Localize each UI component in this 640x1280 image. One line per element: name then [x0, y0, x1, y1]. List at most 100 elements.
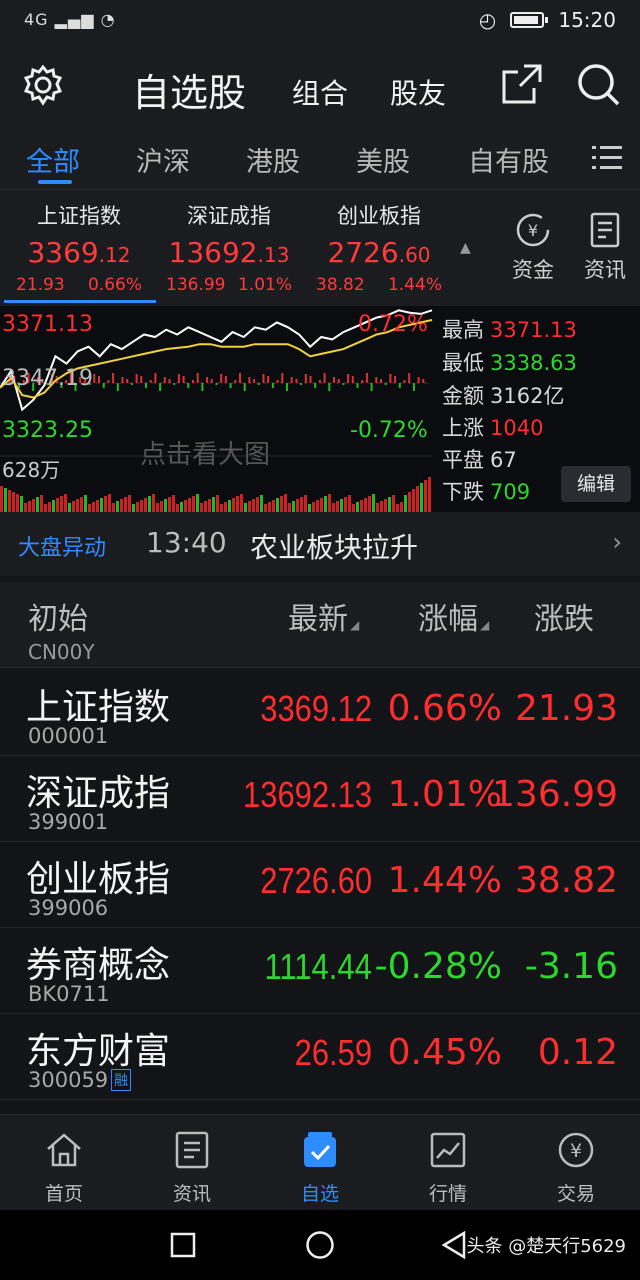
- nav-trade[interactable]: ¥ 交易: [526, 1127, 626, 1206]
- funds-button[interactable]: ¥ 资金: [508, 210, 558, 284]
- table-row[interactable]: 上证指数 000001 3369.12 0.66% 21.93: [0, 670, 640, 756]
- index-card-sh[interactable]: 上证指数 3369.12 21.93 0.66%: [4, 200, 154, 295]
- volume-bar: [140, 500, 143, 512]
- tab-hk[interactable]: 港股: [246, 140, 300, 179]
- volume-bar: [32, 499, 35, 512]
- breadth-bar: [239, 373, 241, 383]
- volume-bar: [264, 504, 267, 512]
- tab-own[interactable]: 自有股: [468, 140, 549, 179]
- volume-bar: [392, 495, 395, 512]
- volume-bar: [288, 503, 291, 512]
- volume-bar: [416, 486, 419, 512]
- breadth-bar: [408, 373, 411, 383]
- chart-mid-label: 3347.19: [2, 366, 93, 391]
- watchlist-check-icon: [270, 1127, 370, 1173]
- stock-name: 上证指数: [26, 687, 171, 728]
- sort-latest-header[interactable]: 最新 ◢: [288, 594, 359, 638]
- table-row[interactable]: 东方财富 300059 融 26.59 0.45% 0.12: [0, 1014, 640, 1100]
- volume-bar: [336, 501, 339, 512]
- chart-hint: 点击看大图: [140, 440, 271, 470]
- volume-bar: [340, 499, 343, 512]
- battery-icon: [510, 12, 549, 28]
- index-card-cyb[interactable]: 创业板指 2726.60 38.82 1.44%: [304, 200, 454, 295]
- tab-us[interactable]: 美股: [356, 140, 410, 179]
- status-bar: 4G ▂▄▆ ◔ ◴ 15:20: [0, 0, 640, 44]
- stock-change: 136.99: [492, 774, 618, 815]
- volume-bar: [76, 499, 79, 512]
- sort-pct-header[interactable]: 涨幅 ◢: [418, 594, 489, 638]
- group-button[interactable]: 组合: [292, 72, 348, 112]
- intraday-chart[interactable]: 3371.13 0.72% 3347.19 3323.25 -0.72% 628…: [0, 306, 640, 512]
- home-circle-icon[interactable]: [305, 1230, 335, 1264]
- breadth-bar: [370, 383, 373, 391]
- volume-bar: [388, 497, 391, 512]
- breadth-bar: [295, 379, 298, 383]
- news-doc-icon: [142, 1127, 242, 1173]
- table-row[interactable]: 券商概念 BK0711 1114.44 -0.28% -3.16: [0, 928, 640, 1014]
- table-row[interactable]: 深证成指 399001 13692.13 1.01% 136.99: [0, 756, 640, 842]
- share-icon[interactable]: [500, 62, 544, 110]
- page-title: 自选股: [132, 71, 247, 115]
- menu-list-icon[interactable]: [592, 144, 622, 176]
- breadth-bar: [351, 376, 354, 383]
- news-button[interactable]: 资讯: [580, 210, 630, 284]
- breadth-bar: [159, 383, 162, 391]
- search-icon[interactable]: [576, 62, 622, 112]
- tab-all[interactable]: 全部: [26, 140, 80, 179]
- market-chart-icon: [398, 1127, 498, 1173]
- edit-button[interactable]: 编辑: [561, 466, 631, 502]
- sort-name-header[interactable]: 初始: [28, 594, 88, 638]
- volume-bar: [284, 494, 287, 512]
- recent-apps-icon[interactable]: [170, 1232, 196, 1262]
- collapse-up-icon[interactable]: ▲: [460, 240, 471, 256]
- volume-bar: [72, 501, 75, 512]
- volume-bar: [228, 500, 231, 512]
- volume-bar: [156, 503, 159, 512]
- volume-bar: [56, 498, 59, 512]
- table-row[interactable]: 创业板指 399006 2726.60 1.44% 38.82: [0, 842, 640, 928]
- market-alert-bar[interactable]: 大盘异动 13:40 农业板块拉升 ›: [0, 512, 640, 576]
- volume-bar: [236, 496, 239, 512]
- volume-bar: [68, 503, 71, 512]
- nav-market[interactable]: 行情: [398, 1127, 498, 1206]
- breadth-bar: [262, 374, 265, 383]
- breadth-bar: [314, 383, 317, 388]
- breadth-bar: [267, 376, 270, 383]
- nav-home[interactable]: 首页: [14, 1127, 114, 1206]
- volume-bar: [400, 502, 403, 512]
- stock-code: 300059 融: [28, 1068, 132, 1092]
- volume-bar: [380, 501, 383, 512]
- chart-low-label: 3323.25: [2, 418, 93, 443]
- stock-pct: -0.28%: [374, 946, 502, 987]
- settings-gear-icon[interactable]: [22, 64, 64, 110]
- volume-bar: [408, 492, 411, 512]
- sort-change-header[interactable]: 涨跌: [534, 594, 594, 638]
- breadth-bar: [126, 379, 129, 383]
- friends-button[interactable]: 股友: [390, 72, 446, 112]
- news-label: 资讯: [584, 258, 626, 282]
- stat-up: 上涨 1040: [442, 416, 544, 440]
- alert-tag: 大盘异动: [18, 536, 107, 561]
- stock-name: 创业板指: [26, 859, 171, 900]
- volume-bar: [404, 495, 407, 512]
- volume-bar: [304, 495, 307, 512]
- volume-bar: [96, 500, 99, 512]
- breadth-bar: [168, 379, 171, 383]
- stock-pct: 1.01%: [387, 774, 502, 815]
- index-card-sz[interactable]: 深证成指 13692.13 136.99 1.01%: [154, 200, 304, 295]
- volume-bar: [132, 504, 135, 512]
- breadth-bar: [98, 376, 100, 383]
- nav-watchlist[interactable]: 自选: [270, 1127, 370, 1206]
- volume-bar: [296, 499, 299, 512]
- back-triangle-icon[interactable]: [440, 1230, 468, 1264]
- volume-bar: [352, 504, 355, 512]
- volume-bar: [232, 498, 235, 512]
- tab-hushen[interactable]: 沪深: [136, 140, 190, 179]
- breadth-bar: [342, 383, 345, 385]
- volume-bar: [248, 501, 251, 512]
- volume-bar: [176, 504, 179, 512]
- breadth-bar: [356, 383, 359, 388]
- volume-bar: [0, 486, 3, 512]
- nav-news[interactable]: 资讯: [142, 1127, 242, 1206]
- volume-bar: [12, 492, 15, 512]
